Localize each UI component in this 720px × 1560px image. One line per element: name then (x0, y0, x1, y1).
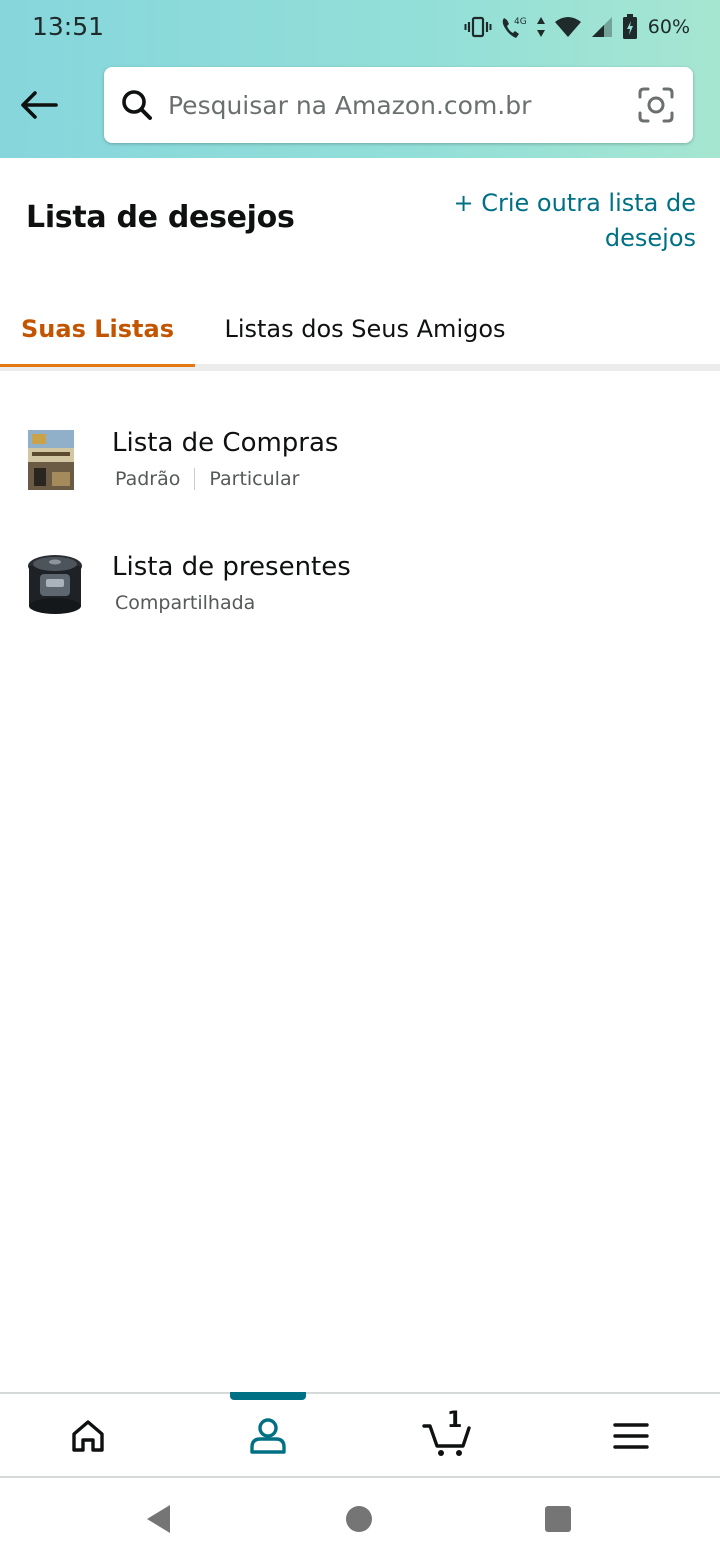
home-circle-icon (346, 1506, 372, 1532)
list-item-gifts[interactable]: Lista de presentes Compartilhada (0, 534, 720, 644)
vibrate-icon (464, 15, 492, 39)
wifi-icon (554, 15, 582, 39)
data-arrows-icon (536, 15, 546, 39)
back-button[interactable] (16, 82, 62, 128)
list-tags: Padrão Particular (115, 468, 299, 490)
cart-count-badge: 1 (447, 1408, 463, 1433)
system-back-button[interactable] (134, 1494, 184, 1544)
tab-friends-lists[interactable]: Listas dos Seus Amigos (210, 292, 520, 366)
list-name: Lista de presentes (112, 552, 351, 582)
home-icon (72, 1420, 104, 1452)
list-name: Lista de Compras (112, 428, 339, 458)
list-tag: Padrão (115, 468, 181, 490)
book-cover-thumbnail (26, 428, 84, 492)
arrow-left-icon (21, 91, 58, 119)
active-nav-indicator (230, 1392, 306, 1400)
tag-separator (194, 468, 196, 490)
back-triangle-icon (147, 1505, 170, 1533)
create-list-link[interactable]: + Crie outra lista de desejos (396, 186, 696, 256)
search-icon[interactable] (120, 88, 154, 122)
signal-icon (590, 15, 614, 39)
list-tags: Compartilhada (115, 592, 255, 614)
search-bar[interactable] (104, 67, 693, 143)
system-home-button[interactable] (334, 1494, 384, 1544)
list-tag: Particular (209, 468, 300, 490)
list-item-shopping[interactable]: Lista de Compras Padrão Particular (0, 410, 720, 520)
list-tabs: Suas Listas Listas dos Seus Amigos (0, 292, 720, 372)
active-tab-indicator (0, 364, 195, 367)
wifi-call-4g-icon: 4G (500, 14, 528, 40)
app-header: 13:51 4G 60% Pesquisar na Amazon.com.br (0, 0, 720, 158)
nav-cart-button[interactable]: 1 (403, 1404, 493, 1468)
status-icons: 4G 60% (464, 12, 690, 42)
nav-home-button[interactable] (43, 1404, 133, 1468)
recents-square-icon (545, 1506, 571, 1532)
page-title: Lista de desejos (26, 200, 295, 235)
battery-charging-icon (622, 14, 638, 40)
account-icon (250, 1418, 286, 1454)
search-input[interactable] (168, 80, 608, 130)
system-recents-button[interactable] (533, 1494, 583, 1544)
nav-account-button[interactable] (223, 1404, 313, 1468)
list-tag: Compartilhada (115, 592, 256, 614)
menu-icon (613, 1423, 649, 1449)
tab-your-lists[interactable]: Suas Listas (0, 292, 195, 366)
rice-cooker-thumbnail (26, 552, 84, 616)
camera-search-icon[interactable] (637, 86, 675, 124)
status-time: 13:51 (32, 12, 105, 41)
nav-menu-button[interactable] (586, 1404, 676, 1468)
battery-percent: 60% (647, 16, 690, 38)
svg-text:4G: 4G (514, 17, 527, 27)
